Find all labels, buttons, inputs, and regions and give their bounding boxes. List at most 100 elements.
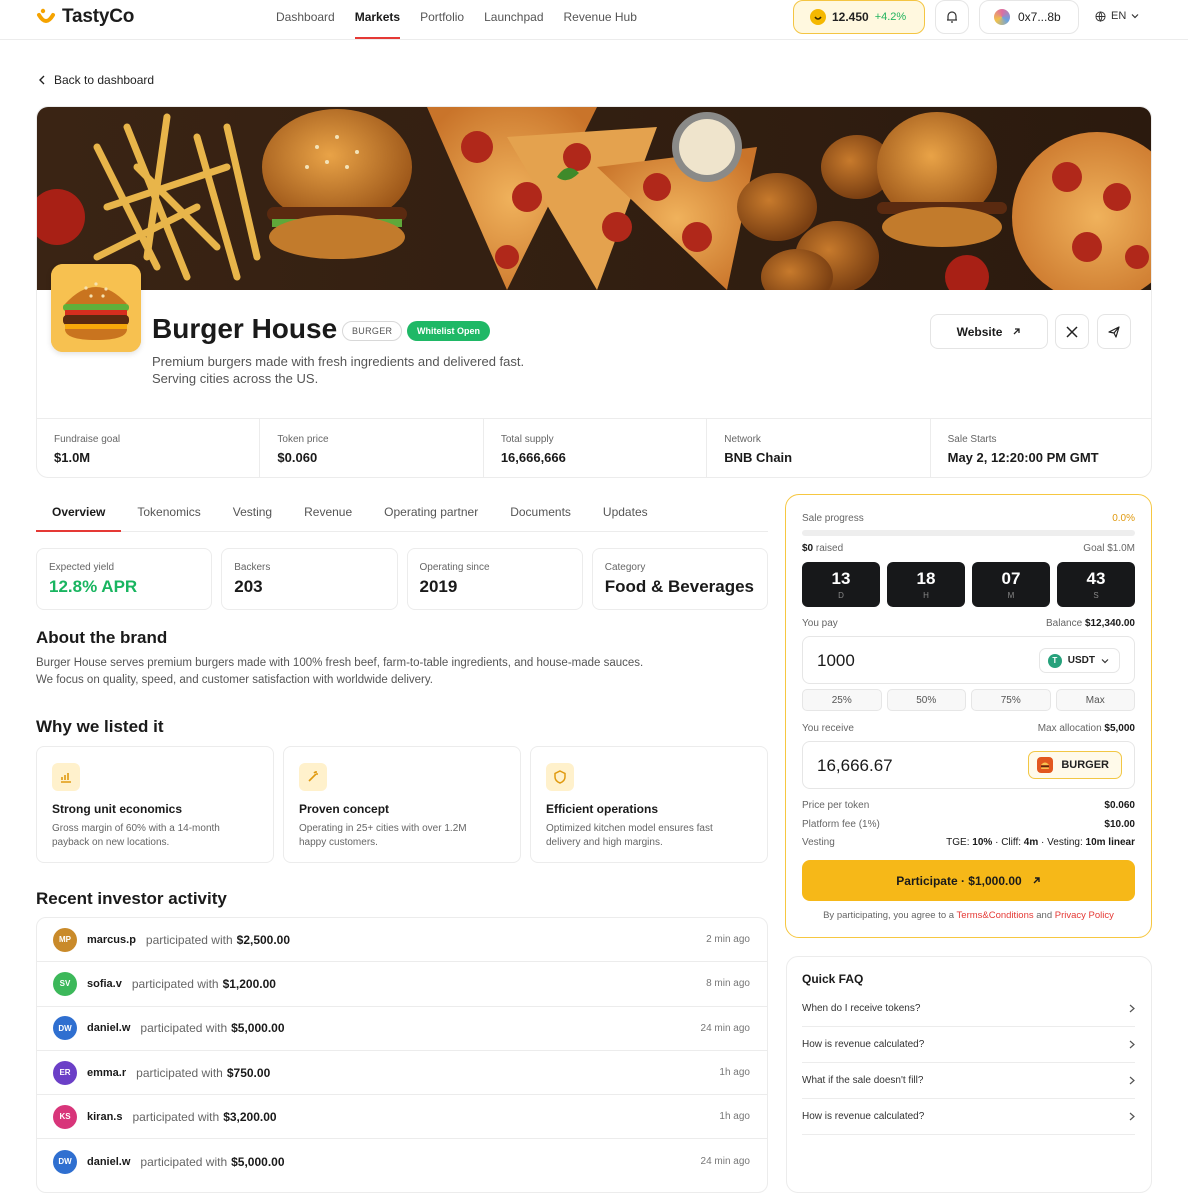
receive-token-label: BURGER [1061, 759, 1109, 771]
quick-50-button[interactable]: 50% [886, 689, 966, 711]
activity-heading: Recent investor activity [36, 889, 227, 908]
sale-panel: Sale progress 0.0% $0 raised Goal $1.0M … [785, 494, 1152, 938]
list-item: SV sofia.v participated with $1,200.00 8… [37, 962, 767, 1007]
receive-amount: 16,666.67 [817, 756, 893, 775]
tab-updates[interactable]: Updates [587, 496, 664, 531]
why-heading: Why we listed it [36, 717, 164, 736]
pay-amount-input[interactable]: 1000 [817, 651, 855, 671]
stat-value: $1.0M [54, 450, 91, 465]
faq-item[interactable]: What if the sale doesn't fill? [802, 1063, 1135, 1099]
nav-launchpad[interactable]: Launchpad [484, 10, 543, 39]
receive-header: You receive Max allocation $5,000 [802, 723, 1135, 734]
reason-title: Efficient operations [546, 802, 659, 816]
language-selector[interactable]: EN [1095, 10, 1139, 22]
activity-user[interactable]: emma.r [87, 1067, 126, 1079]
raised-text: $0 raised [802, 543, 843, 554]
privacy-link[interactable]: Privacy Policy [1055, 910, 1114, 921]
main-nav: Dashboard Markets Portfolio Launchpad Re… [276, 10, 657, 39]
tab-overview[interactable]: Overview [36, 496, 122, 532]
faq-item[interactable]: When do I receive tokens? [802, 991, 1135, 1027]
pay-amount-field[interactable]: 1000 T USDT [802, 636, 1135, 684]
quick-75-button[interactable]: 75% [971, 689, 1051, 711]
nav-portfolio[interactable]: Portfolio [420, 10, 464, 39]
metric-backers: Backers 203 [221, 548, 398, 610]
faq-item[interactable]: How is revenue calculated? [802, 1099, 1135, 1135]
wallet-button[interactable]: 0x7...8b [979, 0, 1079, 34]
faq-item[interactable]: How is revenue calculated? [802, 1027, 1135, 1063]
vesting-tge: 10% [972, 837, 993, 848]
chevron-right-icon [1129, 1004, 1135, 1013]
terms-link[interactable]: Terms&Conditions [957, 910, 1034, 921]
tab-vesting[interactable]: Vesting [217, 496, 288, 531]
metric-operating-since: Operating since 2019 [406, 548, 583, 610]
project-description: Premium burgers made with fresh ingredie… [152, 353, 592, 387]
nav-dashboard[interactable]: Dashboard [276, 10, 335, 39]
activity-user[interactable]: marcus.p [87, 934, 136, 946]
activity-time: 24 min ago [700, 1022, 750, 1034]
avatar: KS [53, 1104, 77, 1129]
avatar: ER [53, 1060, 77, 1085]
telegram-button[interactable] [1097, 314, 1131, 349]
sale-progress-bar [802, 530, 1135, 536]
stat-label: Fundraise goal [54, 434, 121, 445]
sale-progress-header: Sale progress 0.0% [802, 513, 1135, 524]
tab-operating-partner[interactable]: Operating partner [368, 496, 494, 531]
chevron-right-icon [1129, 1112, 1135, 1121]
nav-revenue-hub[interactable]: Revenue Hub [564, 10, 637, 39]
activity-user[interactable]: kiran.s [87, 1111, 122, 1123]
goal-text: Goal $1.0M [1083, 543, 1135, 554]
activity-user[interactable]: sofia.v [87, 978, 122, 990]
countdown-value: 43 [1086, 569, 1106, 588]
x-social-button[interactable] [1055, 314, 1089, 349]
project-title: Burger House [152, 313, 338, 344]
quick-25-button[interactable]: 25% [802, 689, 882, 711]
usdt-icon: T [1047, 653, 1062, 668]
telegram-icon [1108, 325, 1120, 338]
activity-user[interactable]: daniel.w [87, 1156, 130, 1168]
project-logo [51, 264, 141, 352]
quick-max-button[interactable]: Max [1055, 689, 1135, 711]
activity-verb: participated with [136, 1065, 223, 1080]
fee-label: Platform fee (1%) [802, 819, 880, 830]
fee-row: Platform fee (1%) $10.00 [802, 819, 1135, 830]
vesting-cliff-label: Cliff: [1001, 837, 1022, 848]
metric-value: 203 [234, 577, 263, 596]
balance-change: +4.2% [874, 11, 907, 23]
globe-icon [1095, 10, 1106, 22]
nav-markets[interactable]: Markets [354, 10, 401, 39]
tab-tokenomics[interactable]: Tokenomics [121, 496, 216, 531]
token-balance-pill[interactable]: 12.450 +4.2% [793, 0, 925, 34]
activity-user[interactable]: daniel.w [87, 1022, 130, 1034]
shield-icon [546, 763, 574, 791]
countdown-unit: D [838, 591, 844, 600]
countdown-hours: 18 H [887, 562, 965, 607]
list-item: ER emma.r participated with $750.00 1h a… [37, 1051, 767, 1096]
participate-button[interactable]: Participate · $1,000.00 [802, 860, 1135, 901]
fee-value: $10.00 [1104, 819, 1135, 830]
terms-text: By participating, you agree to a Terms&C… [786, 910, 1151, 921]
back-to-dashboard-link[interactable]: Back to dashboard [38, 73, 154, 87]
metric-label: Backers [234, 562, 271, 573]
vesting-details: TGE: 10% · Cliff: 4m · Vesting: 10m line… [946, 837, 1135, 848]
pay-token-select[interactable]: T USDT [1038, 648, 1120, 673]
tab-revenue[interactable]: Revenue [288, 496, 368, 531]
countdown-seconds: 43 S [1057, 562, 1135, 607]
website-button[interactable]: Website [930, 314, 1048, 349]
description-line: Premium burgers made with fresh ingredie… [152, 354, 525, 369]
metric-value: 2019 [419, 577, 458, 596]
reason-text: Optimized kitchen model ensures fast del… [546, 823, 713, 848]
balance-text: Balance $12,340.00 [1046, 618, 1135, 629]
activity-amount: $3,200.00 [223, 1109, 277, 1124]
stat-label: Network [724, 434, 761, 445]
brand-name: TastyCo [62, 6, 135, 27]
food-banner-image [37, 107, 1151, 290]
tab-documents[interactable]: Documents [494, 496, 587, 531]
activity-amount: $750.00 [226, 1065, 271, 1080]
reason-card: Strong unit economics Gross margin of 60… [36, 746, 274, 863]
avatar: DW [53, 1016, 77, 1041]
raised-suffix: raised [815, 543, 844, 554]
chevron-right-icon [1129, 1040, 1135, 1049]
burger-token-icon [1037, 757, 1054, 773]
notifications-button[interactable] [935, 0, 969, 34]
brand-logo[interactable]: TastyCo [36, 6, 134, 28]
